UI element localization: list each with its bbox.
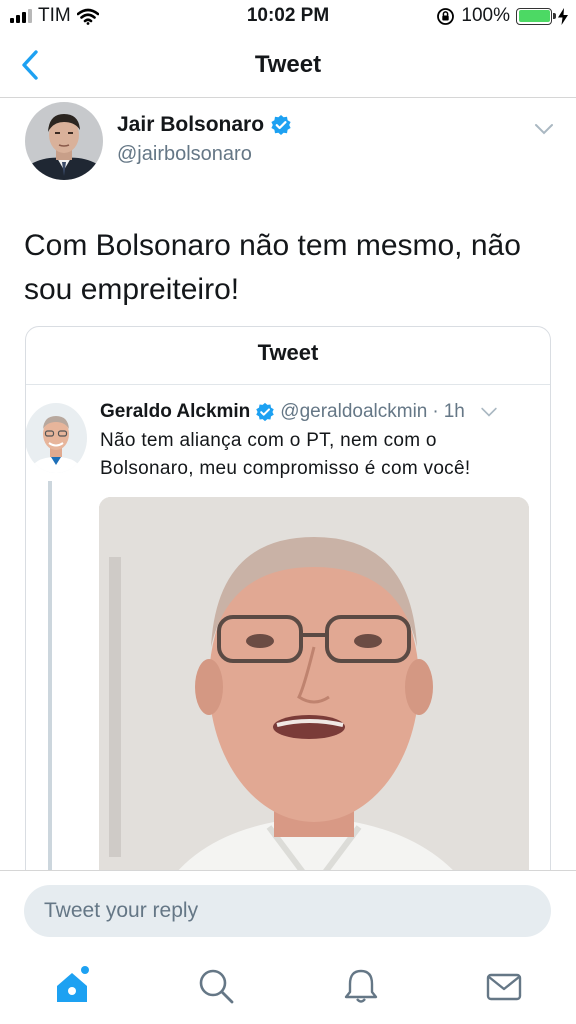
quote-separator: · xyxy=(432,401,439,422)
author-name[interactable]: Jair Bolsonaro xyxy=(117,113,264,137)
quote-header-title: Tweet xyxy=(257,340,319,365)
author-handle[interactable]: @jairbolsonaro xyxy=(117,143,252,166)
nav-title: Tweet xyxy=(254,51,322,78)
search-icon[interactable] xyxy=(196,966,236,1006)
author-name-row[interactable]: Jair Bolsonaro xyxy=(117,113,292,137)
quote-author-avatar[interactable] xyxy=(26,403,87,473)
bell-icon[interactable] xyxy=(341,966,381,1006)
nav-bar: Tweet xyxy=(0,34,576,98)
home-icon[interactable] xyxy=(52,966,92,1006)
quote-text: Não tem aliança com o PT, nem com o Bols… xyxy=(100,430,471,479)
mail-icon[interactable] xyxy=(484,966,524,1006)
quote-header: Tweet xyxy=(26,327,550,385)
tab-bar xyxy=(0,952,576,1024)
quote-author-handle[interactable]: @geraldoalckmin xyxy=(280,401,427,423)
quote-verified-badge-icon xyxy=(256,402,275,422)
reply-input[interactable] xyxy=(24,885,551,937)
quote-author-row[interactable]: Geraldo Alckmin @geraldoalckmin · 1h xyxy=(100,401,498,423)
verified-badge-icon xyxy=(271,115,291,135)
quote-author-name[interactable]: Geraldo Alckmin xyxy=(100,401,250,423)
status-right: 100% xyxy=(436,5,568,27)
tweet-options-chevron-down-icon[interactable] xyxy=(534,122,554,136)
battery-icon xyxy=(516,7,556,25)
quote-timestamp: 1h xyxy=(443,401,465,422)
tweet-text: Com Bolsonaro não tem mesmo, não sou emp… xyxy=(24,229,521,306)
orientation-lock-icon xyxy=(437,7,455,25)
quoted-tweet-card[interactable]: Tweet Geraldo Alckmin @geraldoalckmin · … xyxy=(25,326,551,946)
battery-percent: 100% xyxy=(461,5,510,26)
status-bar: TIM 10:02 PM 100% xyxy=(0,0,576,34)
charging-bolt-icon xyxy=(558,7,568,25)
quote-options-chevron-down-icon[interactable] xyxy=(480,406,498,418)
author-avatar[interactable] xyxy=(25,102,103,180)
reply-bar xyxy=(0,870,576,952)
